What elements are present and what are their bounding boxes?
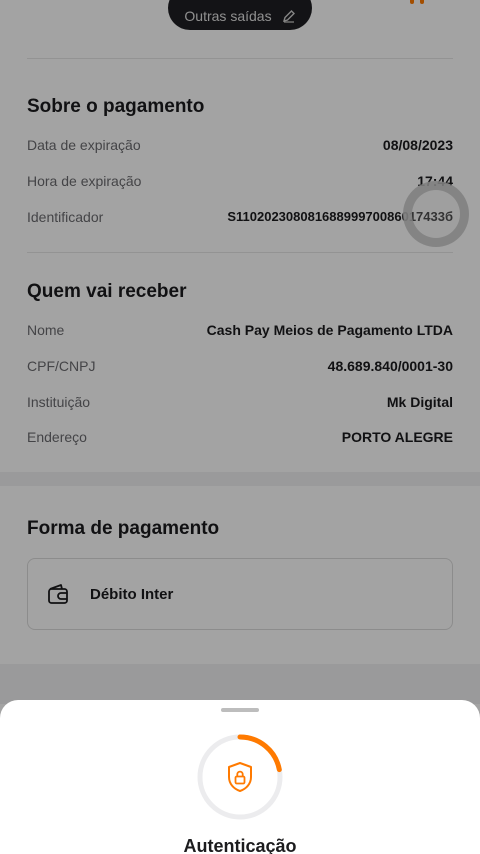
- divider: [27, 252, 453, 253]
- payment-method-title: Forma de pagamento: [27, 518, 220, 539]
- receiver-institution-label: Instituição: [27, 394, 91, 410]
- receiver-title: Quem vai receber: [27, 281, 187, 302]
- brand-mark-icon: [410, 0, 436, 4]
- receiver-name-label: Nome: [27, 322, 65, 338]
- expiration-time-label: Hora de expiração: [27, 173, 142, 189]
- receiver-document-value: 48.689.840/0001-30: [327, 358, 453, 374]
- auth-title: Autenticação: [183, 836, 297, 854]
- divider: [27, 58, 453, 59]
- section-separator: [0, 664, 480, 704]
- shield-lock-icon: [228, 762, 252, 792]
- pill-label: Outras saídas: [184, 8, 272, 24]
- payment-method-option[interactable]: Débito Inter: [27, 558, 453, 630]
- payment-method-label: Débito Inter: [90, 585, 174, 603]
- receiver-address-label: Endereço: [27, 429, 87, 445]
- touch-indicator: [403, 181, 469, 247]
- receiver-document-label: CPF/CNPJ: [27, 358, 96, 374]
- payment-info-title: Sobre o pagamento: [27, 96, 205, 117]
- receiver-address-value: PORTO ALEGRE: [341, 429, 453, 445]
- identifier-label: Identificador: [27, 209, 104, 225]
- section-separator: [0, 472, 480, 486]
- receiver-institution-value: Mk Digital: [386, 394, 453, 410]
- edit-icon: [282, 10, 295, 23]
- expiration-date-value: 08/08/2023: [382, 137, 453, 153]
- other-outputs-pill[interactable]: Outras saídas: [168, 0, 312, 30]
- receiver-name-value: Cash Pay Meios de Pagamento LTDA: [206, 322, 453, 338]
- sheet-grabber[interactable]: [221, 708, 259, 712]
- auth-progress-ring: [197, 734, 283, 820]
- wallet-icon: [48, 584, 68, 604]
- expiration-date-label: Data de expiração: [27, 137, 141, 153]
- auth-bottom-sheet: Autenticação: [0, 700, 480, 854]
